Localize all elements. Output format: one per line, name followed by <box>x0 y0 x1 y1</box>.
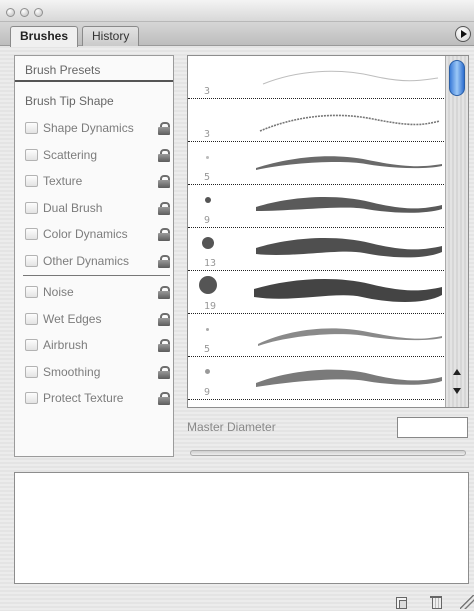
master-diameter-slider[interactable] <box>190 450 466 456</box>
brush-stroke-preview <box>254 278 442 302</box>
option-label: Wet Edges <box>43 312 102 326</box>
brush-preset-row[interactable]: 19 <box>188 271 446 314</box>
brush-stroke-preview <box>258 328 442 346</box>
option-label: Dual Brush <box>43 201 103 215</box>
brushes-palette-window: History Brushes Brush Presets Brush Tip … <box>0 0 474 611</box>
lock-icon[interactable] <box>158 174 170 188</box>
tab-strip: History Brushes <box>0 22 474 47</box>
noise-checkbox[interactable] <box>25 286 38 298</box>
option-label: Protect Texture <box>43 391 124 405</box>
option-label: Airbrush <box>43 338 88 352</box>
brush-size-label: 3 <box>204 86 211 97</box>
option-dual-brush[interactable]: Dual Brush <box>25 197 170 219</box>
option-protect-texture[interactable]: Protect Texture <box>25 387 170 409</box>
brush-size-label: 5 <box>204 344 211 355</box>
trash-icon[interactable] <box>428 594 444 610</box>
option-scattering[interactable]: Scattering <box>25 144 170 166</box>
lock-icon[interactable] <box>158 285 170 299</box>
option-other-dynamics[interactable]: Other Dynamics <box>25 250 170 272</box>
brush-preset-row[interactable]: 3 <box>188 56 446 99</box>
brush-preset-row[interactable]: 3 <box>188 99 446 142</box>
brush-presets-item[interactable]: Brush Presets <box>15 58 173 82</box>
scroll-up-arrow-icon[interactable] <box>453 369 461 375</box>
smoothing-checkbox[interactable] <box>25 366 38 378</box>
protect-texture-checkbox[interactable] <box>25 392 38 404</box>
new-brush-icon[interactable] <box>393 594 409 610</box>
lock-icon[interactable] <box>158 391 170 405</box>
dual-brush-checkbox[interactable] <box>25 202 38 214</box>
brush-size-label: 13 <box>204 258 217 269</box>
scroll-down-arrow-icon[interactable] <box>453 388 461 394</box>
lock-icon[interactable] <box>158 338 170 352</box>
brush-stroke-preview <box>256 369 442 387</box>
lock-icon[interactable] <box>158 312 170 326</box>
brush-stroke-preview-pane <box>14 472 469 584</box>
brush-stroke-preview <box>256 196 442 213</box>
option-texture[interactable]: Texture <box>25 170 170 192</box>
brush-options-list: Brush Presets Brush Tip Shape Shape Dyna… <box>14 55 174 457</box>
brush-size-label: 5 <box>204 172 211 183</box>
lock-icon[interactable] <box>158 148 170 162</box>
option-color-dynamics[interactable]: Color Dynamics <box>25 223 170 245</box>
close-window-button[interactable] <box>6 8 15 17</box>
minimize-window-button[interactable] <box>20 8 29 17</box>
brush-preset-row[interactable]: 13 <box>188 228 446 271</box>
brush-size-label: 19 <box>204 301 217 312</box>
brush-stroke-preview <box>259 114 441 132</box>
option-airbrush[interactable]: Airbrush <box>25 334 170 356</box>
texture-checkbox[interactable] <box>25 175 38 187</box>
option-shape-dynamics[interactable]: Shape Dynamics <box>25 117 170 139</box>
panel-menu-triangle-right-icon[interactable] <box>455 26 471 42</box>
brush-tip-shape-item[interactable]: Brush Tip Shape <box>15 89 173 113</box>
options-divider <box>23 275 170 276</box>
lock-icon[interactable] <box>158 227 170 241</box>
option-label: Noise <box>43 285 74 299</box>
brush-preset-row[interactable]: 9 <box>188 185 446 228</box>
option-noise[interactable]: Noise <box>25 281 170 303</box>
brush-stroke-preview <box>256 237 442 258</box>
scrollbar-thumb[interactable] <box>449 60 465 96</box>
lock-icon[interactable] <box>158 201 170 215</box>
brush-preset-row[interactable]: 5 <box>188 142 446 185</box>
option-label: Texture <box>43 174 83 188</box>
brush-size-label: 9 <box>204 387 211 398</box>
option-label: Other Dynamics <box>43 254 130 268</box>
color-dynamics-checkbox[interactable] <box>25 228 38 240</box>
lock-icon[interactable] <box>158 254 170 268</box>
scattering-checkbox[interactable] <box>25 149 38 161</box>
brush-list-scrollbar[interactable] <box>445 56 468 407</box>
title-bar <box>0 0 474 22</box>
option-label: Shape Dynamics <box>43 121 134 135</box>
wet-edges-checkbox[interactable] <box>25 313 38 325</box>
option-label: Scattering <box>43 148 98 162</box>
brush-preset-row[interactable]: 5 <box>188 314 446 357</box>
brush-presets-list[interactable]: 3 3 5 9 13 19 5 9 <box>187 55 469 408</box>
option-label: Color Dynamics <box>43 227 128 241</box>
shape-dynamics-checkbox[interactable] <box>25 122 38 134</box>
lock-icon[interactable] <box>158 121 170 135</box>
palette-bottom-bar <box>0 593 474 611</box>
airbrush-checkbox[interactable] <box>25 339 38 351</box>
option-label: Smoothing <box>43 365 101 379</box>
master-diameter-label: Master Diameter <box>187 420 276 434</box>
tab-history[interactable]: History <box>82 26 140 46</box>
brush-preset-row[interactable]: 9 <box>188 357 446 400</box>
option-smoothing[interactable]: Smoothing <box>25 361 170 383</box>
tab-brushes[interactable]: Brushes <box>10 26 79 47</box>
brush-size-label: 3 <box>204 129 211 140</box>
brush-stroke-preview <box>262 70 439 85</box>
lock-icon[interactable] <box>158 365 170 379</box>
resize-grip-icon[interactable] <box>460 595 474 609</box>
other-dynamics-checkbox[interactable] <box>25 255 38 267</box>
master-diameter-input[interactable] <box>397 417 468 438</box>
brush-stroke-preview <box>256 156 442 170</box>
option-wet-edges[interactable]: Wet Edges <box>25 308 170 330</box>
brush-size-label: 9 <box>204 215 211 226</box>
zoom-window-button[interactable] <box>34 8 43 17</box>
